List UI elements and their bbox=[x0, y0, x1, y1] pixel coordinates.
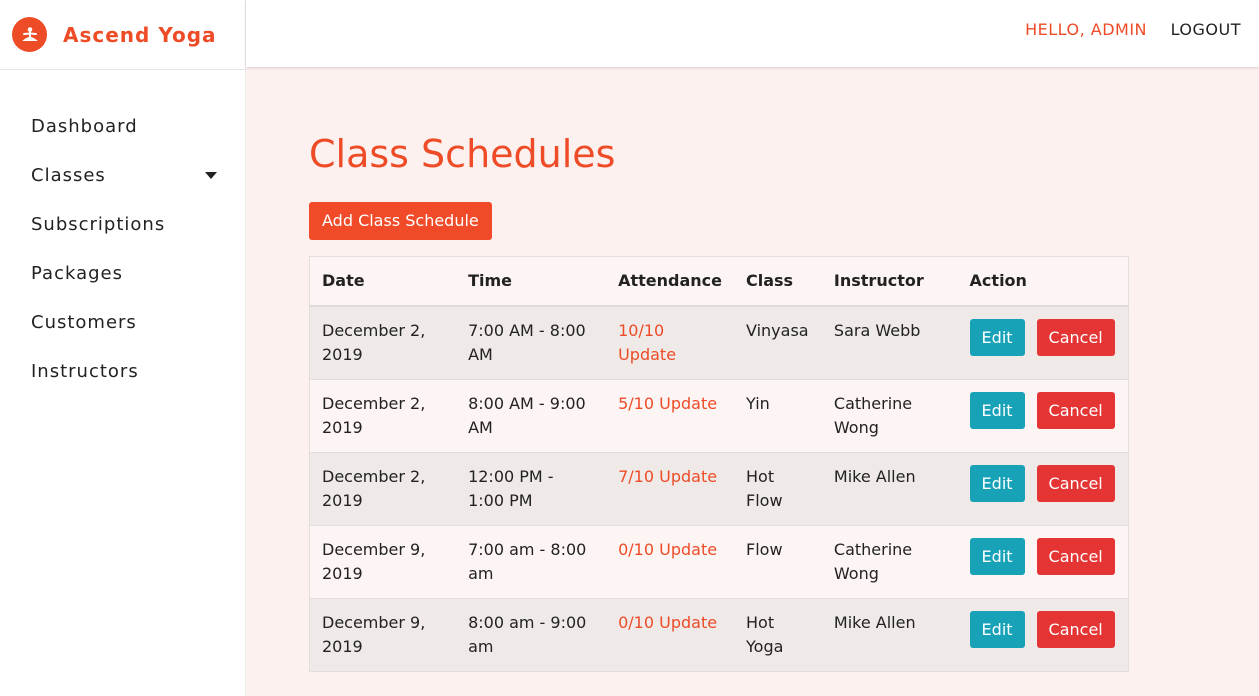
edit-button[interactable]: Edit bbox=[969, 464, 1025, 502]
sidebar-item-label: Packages bbox=[31, 263, 123, 284]
edit-button[interactable]: Edit bbox=[969, 610, 1025, 648]
brand-name: Ascend Yoga bbox=[63, 22, 217, 47]
sidebar: Ascend Yoga Dashboard Classes Subscripti… bbox=[0, 0, 246, 696]
greeting-text: HELLO, ADMIN bbox=[1025, 20, 1147, 39]
yoga-pose-icon bbox=[12, 17, 47, 52]
cell-date: December 2, 2019 bbox=[309, 378, 457, 452]
cell-class: Hot Yoga bbox=[734, 597, 822, 671]
cancel-button[interactable]: Cancel bbox=[1036, 537, 1115, 575]
column-header-time: Time bbox=[456, 256, 607, 307]
column-header-attendance: Attendance bbox=[606, 256, 734, 307]
column-header-action: Action bbox=[957, 256, 1129, 307]
attendance-update-link[interactable]: 5/10 Update bbox=[606, 378, 734, 452]
attendance-update-link[interactable]: 0/10 Update bbox=[606, 524, 734, 598]
cell-class: Hot Flow bbox=[734, 451, 822, 525]
sidebar-item-dashboard[interactable]: Dashboard bbox=[0, 102, 245, 151]
cell-time: 8:00 am - 9:00 am bbox=[456, 597, 607, 671]
sidebar-item-instructors[interactable]: Instructors bbox=[0, 347, 245, 396]
table-header-row: Date Time Attendance Class Instructor Ac… bbox=[309, 256, 1129, 307]
cell-actions: Edit Cancel bbox=[957, 378, 1129, 452]
table-row: December 9, 2019 7:00 am - 8:00 am 0/10 … bbox=[309, 524, 1129, 598]
add-class-schedule-button[interactable]: Add Class Schedule bbox=[309, 202, 492, 240]
cell-time: 8:00 AM - 9:00 AM bbox=[456, 378, 607, 452]
sidebar-item-label: Customers bbox=[31, 312, 137, 333]
column-header-class: Class bbox=[734, 256, 822, 307]
brand[interactable]: Ascend Yoga bbox=[0, 0, 245, 70]
cell-actions: Edit Cancel bbox=[957, 524, 1129, 598]
logout-link[interactable]: LOGOUT bbox=[1171, 20, 1241, 39]
cell-instructor: Catherine Wong bbox=[821, 378, 958, 452]
topbar: HELLO, ADMIN LOGOUT bbox=[246, 0, 1259, 67]
cancel-button[interactable]: Cancel bbox=[1036, 318, 1115, 356]
cell-time: 7:00 AM - 8:00 AM bbox=[456, 305, 607, 379]
table-row: December 2, 2019 7:00 AM - 8:00 AM 10/10… bbox=[309, 305, 1129, 379]
page-title: Class Schedules bbox=[309, 132, 616, 176]
cell-actions: Edit Cancel bbox=[957, 451, 1129, 525]
cell-class: Flow bbox=[734, 524, 822, 598]
sidebar-item-label: Instructors bbox=[31, 361, 139, 382]
cell-date: December 2, 2019 bbox=[309, 305, 457, 379]
main-content: Class Schedules Add Class Schedule Date … bbox=[309, 128, 1129, 672]
table-row: December 9, 2019 8:00 am - 9:00 am 0/10 … bbox=[309, 597, 1129, 671]
sidebar-item-subscriptions[interactable]: Subscriptions bbox=[0, 200, 245, 249]
edit-button[interactable]: Edit bbox=[969, 318, 1025, 356]
sidebar-item-packages[interactable]: Packages bbox=[0, 249, 245, 298]
cell-instructor: Mike Allen bbox=[821, 597, 958, 671]
cell-instructor: Sara Webb bbox=[821, 305, 958, 379]
schedule-table: Date Time Attendance Class Instructor Ac… bbox=[309, 256, 1129, 672]
attendance-update-link[interactable]: 10/10 Update bbox=[606, 305, 734, 379]
cancel-button[interactable]: Cancel bbox=[1036, 610, 1115, 648]
edit-button[interactable]: Edit bbox=[969, 537, 1025, 575]
cell-instructor: Mike Allen bbox=[821, 451, 958, 525]
cell-actions: Edit Cancel bbox=[957, 597, 1129, 671]
cell-time: 12:00 PM - 1:00 PM bbox=[456, 451, 607, 525]
table-row: December 2, 2019 12:00 PM - 1:00 PM 7/10… bbox=[309, 451, 1129, 525]
sidebar-item-customers[interactable]: Customers bbox=[0, 298, 245, 347]
cell-date: December 2, 2019 bbox=[309, 451, 457, 525]
edit-button[interactable]: Edit bbox=[969, 391, 1025, 429]
cell-actions: Edit Cancel bbox=[957, 305, 1129, 379]
cancel-button[interactable]: Cancel bbox=[1036, 464, 1115, 502]
cell-instructor: Catherine Wong bbox=[821, 524, 958, 598]
cell-class: Vinyasa bbox=[734, 305, 822, 379]
sidebar-nav: Dashboard Classes Subscriptions Packages… bbox=[0, 70, 245, 396]
column-header-date: Date bbox=[309, 256, 457, 307]
column-header-instructor: Instructor bbox=[821, 256, 958, 307]
attendance-update-link[interactable]: 0/10 Update bbox=[606, 597, 734, 671]
sidebar-item-label: Classes bbox=[31, 165, 106, 186]
sidebar-item-label: Subscriptions bbox=[31, 214, 166, 235]
cell-time: 7:00 am - 8:00 am bbox=[456, 524, 607, 598]
caret-down-icon bbox=[205, 172, 217, 179]
sidebar-item-label: Dashboard bbox=[31, 116, 138, 137]
cell-date: December 9, 2019 bbox=[309, 524, 457, 598]
sidebar-item-classes[interactable]: Classes bbox=[0, 151, 245, 200]
attendance-update-link[interactable]: 7/10 Update bbox=[606, 451, 734, 525]
cell-date: December 9, 2019 bbox=[309, 597, 457, 671]
cancel-button[interactable]: Cancel bbox=[1036, 391, 1115, 429]
table-row: December 2, 2019 8:00 AM - 9:00 AM 5/10 … bbox=[309, 378, 1129, 452]
cell-class: Yin bbox=[734, 378, 822, 452]
